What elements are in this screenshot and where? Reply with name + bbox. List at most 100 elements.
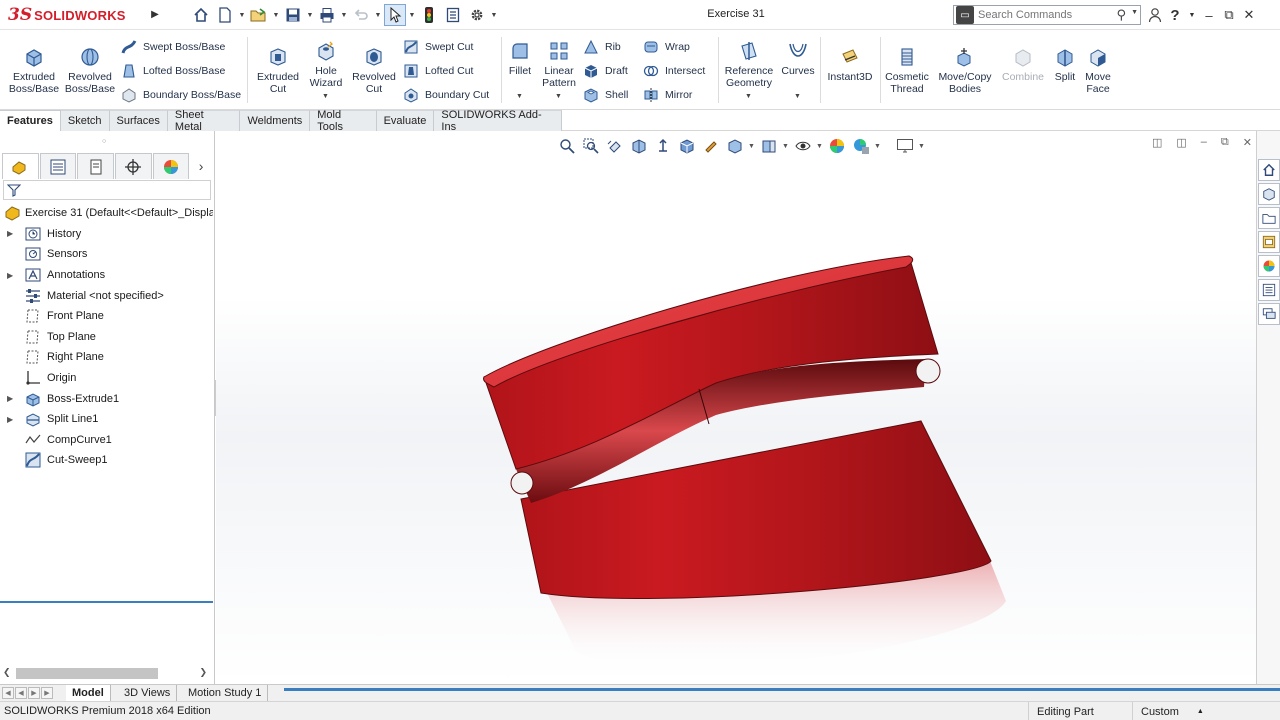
fillet-button[interactable]: Fillet <box>505 39 535 77</box>
tree-item-right-plane[interactable]: Right Plane <box>0 347 215 368</box>
curves-button[interactable]: Curves <box>780 39 816 77</box>
unit-system-selector[interactable]: Custom ▲ <box>1132 702 1280 720</box>
tree-item-boss-extrude1[interactable]: ▶ Boss-Extrude1 <box>0 388 215 409</box>
combine-button[interactable]: Combine <box>998 45 1048 83</box>
file-properties-icon[interactable] <box>442 4 464 26</box>
tab-weldments[interactable]: Weldments <box>240 110 311 131</box>
forum-chat-icon[interactable] <box>1258 303 1280 325</box>
print-dropdown-icon[interactable]: ▼ <box>340 4 348 26</box>
save-dropdown-icon[interactable]: ▼ <box>306 4 314 26</box>
tab-features[interactable]: Features <box>0 110 61 131</box>
hole-wizard-dropdown-icon[interactable]: ▼ <box>322 93 329 100</box>
edit-appearance-icon[interactable] <box>758 135 780 157</box>
viewport-tile-right-icon[interactable]: ◫ <box>1176 136 1186 149</box>
configuration-manager-tab-icon[interactable] <box>77 153 114 179</box>
tab-evaluate[interactable]: Evaluate <box>376 110 435 131</box>
reference-geometry-dropdown-icon[interactable]: ▼ <box>745 93 752 100</box>
move-face-button[interactable]: Move Face <box>1082 45 1114 95</box>
extruded-boss-button[interactable]: Extruded Boss/Base <box>6 45 62 95</box>
solidworks-logo[interactable]: 3S SOLIDWORKS <box>8 5 126 25</box>
custom-properties-icon[interactable] <box>1258 279 1280 301</box>
view-palette-icon[interactable] <box>1258 231 1280 253</box>
home-icon[interactable] <box>190 4 212 26</box>
tab-sheet-metal[interactable]: Sheet Metal <box>167 109 241 133</box>
model-view[interactable] <box>216 131 1256 684</box>
monitor-display-icon[interactable] <box>894 135 916 157</box>
viewport-tile-left-icon[interactable]: ◫ <box>1152 136 1162 149</box>
solidworks-resources-home-icon[interactable] <box>1258 159 1280 181</box>
tab-mold-tools[interactable]: Mold Tools <box>310 109 377 133</box>
revolved-cut-button[interactable]: Revolved Cut <box>348 45 400 95</box>
fillet-dropdown-icon[interactable]: ▼ <box>516 93 523 100</box>
lofted-cut-button[interactable]: Lofted Cut <box>402 61 473 81</box>
options-dropdown-icon[interactable]: ▼ <box>490 4 498 26</box>
display-style-icon[interactable] <box>700 135 722 157</box>
expand-arrow-icon[interactable]: ▶ <box>7 229 13 238</box>
scene-appearance-icon[interactable] <box>826 135 848 157</box>
hide-show-items-icon[interactable] <box>724 135 746 157</box>
wrap-button[interactable]: Wrap <box>642 37 690 57</box>
tab-solidworks-add-ins[interactable]: SOLIDWORKS Add-Ins <box>434 109 563 133</box>
help-icon[interactable]: ? <box>1168 4 1182 26</box>
last-tab-icon[interactable]: ▶ <box>41 687 53 699</box>
panel-grip-icon[interactable]: ○ <box>102 138 106 145</box>
tab-motion-study-1[interactable]: Motion Study 1 <box>182 685 269 701</box>
swept-cut-button[interactable]: Swept Cut <box>402 37 473 57</box>
cosmetic-thread-button[interactable]: Cosmetic Thread <box>882 45 932 95</box>
viewport-minimize-icon[interactable]: – <box>1201 136 1207 148</box>
viewport-restore-icon[interactable]: ⧉ <box>1221 136 1229 149</box>
search-mode-icon[interactable]: ▭ <box>956 6 974 24</box>
tree-item-annotations[interactable]: ▶ Annotations <box>0 265 215 286</box>
instant3d-button[interactable]: Instant3D <box>824 45 876 83</box>
scroll-thumb[interactable] <box>16 668 158 679</box>
linear-pattern-dropdown-icon[interactable]: ▼ <box>555 93 562 100</box>
tree-item-front-plane[interactable]: Front Plane <box>0 306 215 327</box>
boundary-cut-button[interactable]: Boundary Cut <box>402 85 489 105</box>
apply-scene-icon[interactable] <box>850 135 872 157</box>
rebuild-traffic-light-icon[interactable] <box>418 4 440 26</box>
tree-item-sensors[interactable]: Sensors <box>0 244 215 265</box>
expand-arrow-icon[interactable]: ▶ <box>7 271 13 280</box>
dynamic-annotation-icon[interactable] <box>652 135 674 157</box>
prev-tab-icon[interactable]: ◀ <box>15 687 27 699</box>
tab-3d-views[interactable]: 3D Views <box>118 685 178 701</box>
graphics-area[interactable]: ▼ ▼ ▼ ▼ ▼ ◫ ◫ – ⧉ ✕ <box>216 131 1256 684</box>
view-settings-eye-icon[interactable] <box>792 135 814 157</box>
file-explorer-icon[interactable] <box>1258 207 1280 229</box>
appearance-dropdown-icon[interactable]: ▼ <box>782 143 790 150</box>
dimxpert-manager-tab-icon[interactable] <box>114 153 152 179</box>
expand-arrow-icon[interactable]: ▶ <box>7 394 13 403</box>
zoom-to-area-icon[interactable] <box>580 135 602 157</box>
open-dropdown-icon[interactable]: ▼ <box>272 4 280 26</box>
tree-horizontal-scrollbar[interactable]: ❮ ❯ <box>0 666 213 681</box>
print-icon[interactable] <box>316 4 338 26</box>
apply-scene-dropdown-icon[interactable]: ▼ <box>874 143 882 150</box>
first-tab-icon[interactable]: ◀ <box>2 687 14 699</box>
monitor-dropdown-icon[interactable]: ▼ <box>918 143 926 150</box>
view-orientation-icon[interactable] <box>676 135 698 157</box>
hide-show-dropdown-icon[interactable]: ▼ <box>748 143 756 150</box>
lofted-boss-button[interactable]: Lofted Boss/Base <box>120 61 225 81</box>
reference-geometry-button[interactable]: Reference Geometry <box>722 39 776 89</box>
viewport-horizontal-scrollbar[interactable] <box>284 688 1280 691</box>
tab-model[interactable]: Model <box>66 685 111 701</box>
tree-filter[interactable] <box>3 180 211 200</box>
swept-boss-button[interactable]: Swept Boss/Base <box>120 37 225 57</box>
select-cursor-icon[interactable] <box>384 4 406 26</box>
linear-pattern-button[interactable]: Linear Pattern <box>538 39 580 89</box>
select-dropdown-icon[interactable]: ▼ <box>408 4 416 26</box>
search-input[interactable] <box>978 7 1108 23</box>
search-magnifier-icon[interactable]: ⚲ <box>1116 7 1126 23</box>
move-copy-bodies-button[interactable]: Move/Copy Bodies <box>935 45 995 95</box>
search-commands-box[interactable]: ▭ ⚲ ▼ <box>953 5 1141 25</box>
view-settings-dropdown-icon[interactable]: ▼ <box>816 143 824 150</box>
search-dropdown-icon[interactable]: ▼ <box>1131 9 1138 16</box>
display-manager-tab-icon[interactable] <box>152 153 190 179</box>
unit-system-dropdown-icon[interactable]: ▲ <box>1197 708 1204 715</box>
undo-dropdown-icon[interactable]: ▼ <box>374 4 382 26</box>
section-view-icon[interactable] <box>628 135 650 157</box>
new-document-icon[interactable] <box>214 4 236 26</box>
undo-icon[interactable] <box>350 4 372 26</box>
tab-sketch[interactable]: Sketch <box>60 110 110 131</box>
user-account-icon[interactable] <box>1148 4 1162 26</box>
